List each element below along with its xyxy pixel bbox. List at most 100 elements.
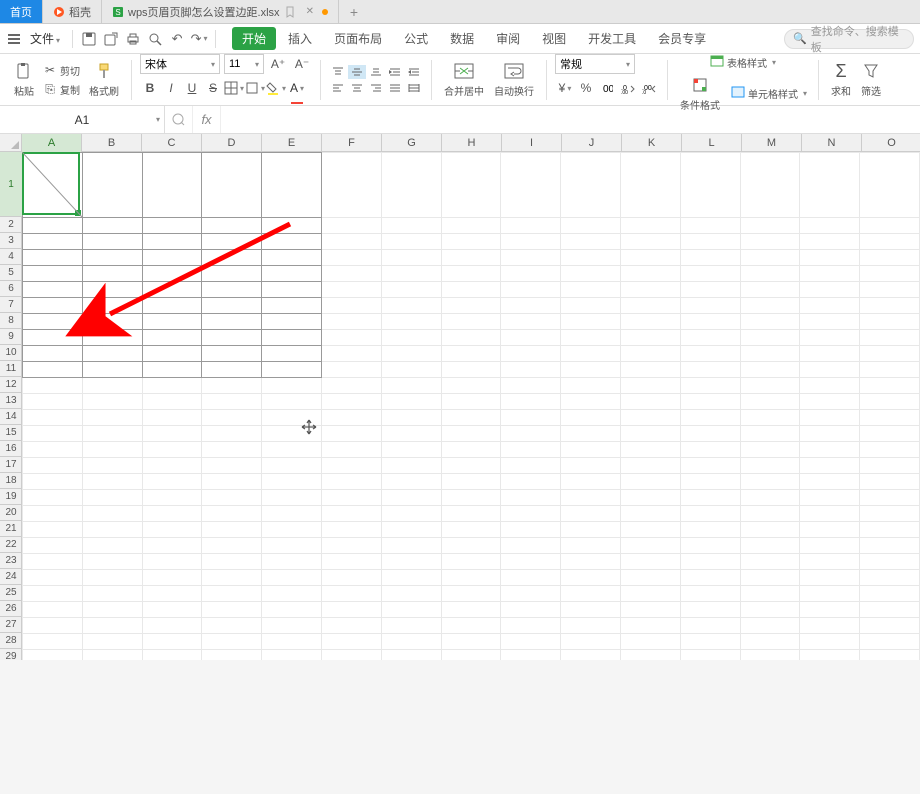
tab-formula[interactable]: 公式 [394, 27, 438, 50]
cell[interactable] [202, 314, 262, 330]
cell[interactable] [202, 250, 262, 266]
cell[interactable] [860, 618, 920, 634]
cell[interactable] [501, 538, 561, 554]
row-header[interactable]: 3 [0, 233, 22, 249]
merge-center-button[interactable]: 合并居中 [440, 59, 488, 100]
cell[interactable] [321, 410, 381, 426]
cell[interactable] [800, 586, 860, 602]
cell[interactable] [82, 618, 142, 634]
cell[interactable] [620, 650, 680, 661]
cell[interactable] [23, 410, 83, 426]
cell[interactable] [860, 426, 920, 442]
italic-button[interactable]: I [161, 78, 181, 98]
cell[interactable] [561, 650, 621, 661]
column-header[interactable]: H [442, 134, 502, 152]
row-header[interactable]: 14 [0, 409, 22, 425]
row-header[interactable]: 28 [0, 633, 22, 649]
cell[interactable] [860, 378, 920, 394]
cell[interactable] [800, 602, 860, 618]
tab-view[interactable]: 视图 [532, 27, 576, 50]
cell[interactable] [620, 330, 680, 346]
cell[interactable] [680, 474, 740, 490]
cell[interactable] [82, 298, 142, 314]
cell[interactable] [321, 554, 381, 570]
cell[interactable] [82, 650, 142, 661]
align-right-icon[interactable] [367, 81, 385, 95]
cell[interactable] [740, 426, 800, 442]
cell[interactable] [561, 618, 621, 634]
cell[interactable] [82, 346, 142, 362]
cell[interactable] [561, 458, 621, 474]
cell[interactable] [321, 586, 381, 602]
cell[interactable] [262, 490, 322, 506]
column-header[interactable]: I [502, 134, 562, 152]
cell[interactable] [860, 634, 920, 650]
cell[interactable] [620, 602, 680, 618]
paste-button[interactable]: 粘贴 [10, 59, 38, 100]
cell[interactable] [561, 490, 621, 506]
cell[interactable] [501, 570, 561, 586]
table-style-button[interactable]: 表格样式▾ [707, 54, 779, 71]
cell[interactable] [740, 522, 800, 538]
cell[interactable] [680, 522, 740, 538]
cell[interactable] [202, 298, 262, 314]
cell[interactable] [860, 282, 920, 298]
cell[interactable] [202, 474, 262, 490]
cell[interactable] [800, 362, 860, 378]
cell[interactable] [620, 266, 680, 282]
cell[interactable] [740, 250, 800, 266]
cell[interactable] [740, 650, 800, 661]
cell-style-button[interactable]: 单元格样式▾ [728, 73, 810, 114]
cell[interactable] [202, 266, 262, 282]
cell[interactable] [23, 602, 83, 618]
cell[interactable] [321, 282, 381, 298]
cell[interactable] [82, 330, 142, 346]
cell[interactable] [202, 458, 262, 474]
cell[interactable] [23, 426, 83, 442]
row-header[interactable]: 11 [0, 361, 22, 377]
cell[interactable] [800, 634, 860, 650]
cell[interactable] [740, 282, 800, 298]
cell[interactable] [82, 234, 142, 250]
format-painter-button[interactable]: 格式刷 [85, 59, 123, 100]
cell[interactable] [142, 410, 202, 426]
cell[interactable] [142, 394, 202, 410]
cell[interactable] [441, 458, 501, 474]
cell[interactable] [620, 346, 680, 362]
column-header[interactable]: M [742, 134, 802, 152]
cell[interactable] [82, 602, 142, 618]
cell[interactable] [23, 314, 83, 330]
align-top-icon[interactable] [329, 65, 347, 79]
cell[interactable] [800, 218, 860, 234]
cond-format-button[interactable]: 条件格式 [676, 73, 724, 114]
cell[interactable] [321, 602, 381, 618]
cell[interactable] [23, 442, 83, 458]
cell[interactable] [561, 554, 621, 570]
cell[interactable] [740, 458, 800, 474]
cell[interactable] [202, 650, 262, 661]
cell[interactable] [23, 378, 83, 394]
tab-data[interactable]: 数据 [440, 27, 484, 50]
cell[interactable] [23, 506, 83, 522]
cell[interactable] [620, 250, 680, 266]
cell[interactable] [321, 378, 381, 394]
cell[interactable] [381, 618, 441, 634]
cell[interactable] [321, 570, 381, 586]
row-header[interactable]: 23 [0, 553, 22, 569]
cell[interactable] [620, 506, 680, 522]
cell[interactable] [620, 586, 680, 602]
align-middle-icon[interactable] [348, 65, 366, 79]
cell[interactable] [381, 218, 441, 234]
cell[interactable] [23, 250, 83, 266]
cell[interactable] [740, 618, 800, 634]
cell[interactable] [142, 442, 202, 458]
cell[interactable] [860, 474, 920, 490]
save-as-icon[interactable] [101, 29, 121, 49]
number-format-select[interactable]: 常规▾ [555, 54, 635, 74]
column-header[interactable]: N [802, 134, 862, 152]
cell[interactable] [800, 458, 860, 474]
cell[interactable] [800, 538, 860, 554]
cell[interactable] [262, 362, 322, 378]
cell[interactable] [142, 378, 202, 394]
cell[interactable] [501, 602, 561, 618]
